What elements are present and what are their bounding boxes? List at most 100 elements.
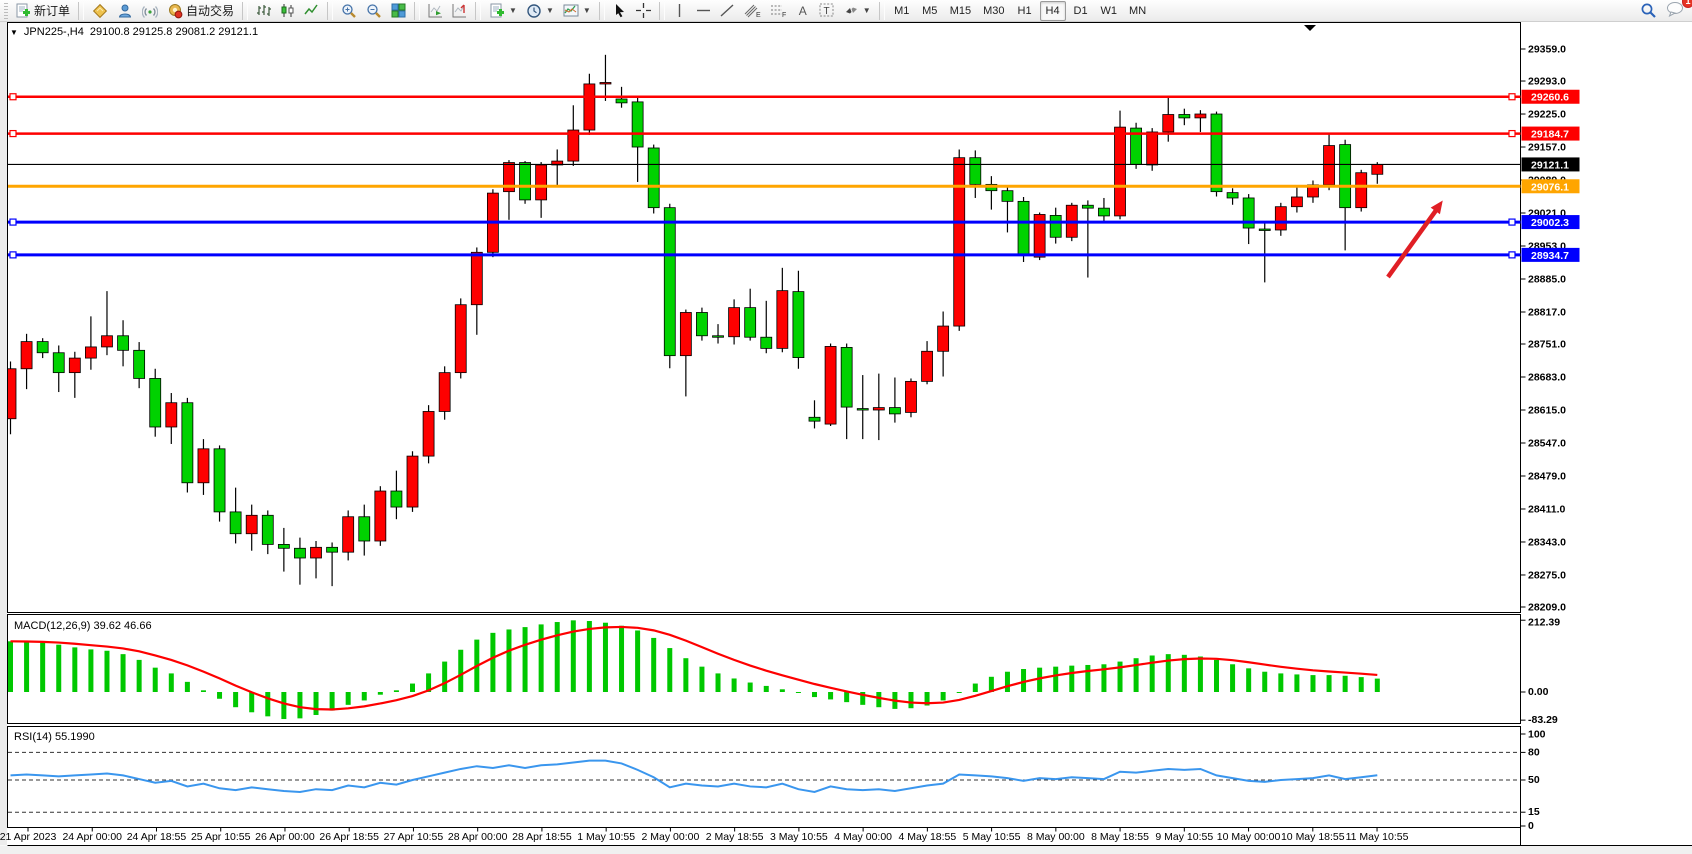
new-order-label: 新订单 xyxy=(34,2,70,19)
chart-window[interactable]: 29359.029293.029225.029157.029089.029021… xyxy=(0,22,1692,854)
macd-histogram-bar xyxy=(56,645,61,692)
candle xyxy=(1002,185,1013,232)
candle xyxy=(327,542,338,586)
channel-letter: E xyxy=(756,12,761,18)
vertical-line-icon xyxy=(673,3,686,18)
timeframe-m30[interactable]: M30 xyxy=(978,1,1009,21)
search-button[interactable] xyxy=(1636,1,1661,21)
new-order-button[interactable]: 新订单 xyxy=(11,1,74,21)
market-button[interactable] xyxy=(88,1,112,21)
macd-panel: MACD(12,26,9) 39.62 46.66212.390.00-83.2… xyxy=(8,617,1560,727)
text-label-tool[interactable]: T xyxy=(815,1,839,21)
toolbar-separator xyxy=(78,2,84,20)
timeframe-m5[interactable]: M5 xyxy=(917,1,943,21)
macd-histogram-bar xyxy=(844,692,849,702)
svg-text:28615.0: 28615.0 xyxy=(1528,405,1566,417)
candle xyxy=(37,338,48,358)
svg-text:29121.1: 29121.1 xyxy=(1531,159,1569,171)
candle xyxy=(568,105,579,166)
candle xyxy=(69,352,80,398)
time-axis[interactable]: 21 Apr 202324 Apr 00:0024 Apr 18:5525 Ap… xyxy=(0,828,1409,844)
timeframe-w1[interactable]: W1 xyxy=(1096,1,1123,21)
zoom-out-button[interactable] xyxy=(362,1,386,21)
macd-histogram-bar xyxy=(233,692,238,707)
trend-arrow-annotation[interactable] xyxy=(1388,201,1443,277)
trendline-tool[interactable] xyxy=(716,1,739,21)
svg-text:100: 100 xyxy=(1528,729,1546,741)
autotrading-button[interactable]: 自动交易 xyxy=(163,1,238,21)
collapse-triangle-icon: ▼ xyxy=(10,28,18,37)
candle xyxy=(134,342,145,388)
timeframe-m15[interactable]: M15 xyxy=(945,1,976,21)
equidistant-channel-tool[interactable]: E xyxy=(740,1,765,21)
candle xyxy=(1098,198,1109,221)
candle xyxy=(230,488,241,544)
macd-histogram-bar xyxy=(24,642,29,692)
chart-svg: 29359.029293.029225.029157.029089.029021… xyxy=(0,22,1692,854)
candle xyxy=(343,510,354,560)
vertical-line-tool[interactable] xyxy=(669,1,691,21)
timeframe-h1[interactable]: H1 xyxy=(1012,1,1038,21)
timeframe-bar: M1M5M15M30H1H4D1W1MN xyxy=(889,1,1151,21)
template-dropdown[interactable]: ▼ xyxy=(559,1,595,21)
new-chart-dropdown[interactable]: ▼ xyxy=(485,1,521,21)
horizontal-line[interactable] xyxy=(8,252,1521,258)
tile-windows-button[interactable] xyxy=(387,1,410,21)
auto-scroll-button[interactable] xyxy=(424,1,447,21)
notifications-button[interactable]: 1 xyxy=(1662,0,1688,22)
svg-text:28934.7: 28934.7 xyxy=(1531,250,1569,262)
time-axis-label: 28 Apr 18:55 xyxy=(512,831,572,843)
horizontal-line[interactable] xyxy=(8,94,1521,100)
signals-button[interactable] xyxy=(138,1,162,21)
virtual-hosting-button[interactable] xyxy=(113,1,137,21)
bar-chart-button[interactable] xyxy=(252,1,275,21)
text-tool[interactable]: A xyxy=(792,1,814,21)
chart-shift-marker[interactable] xyxy=(1304,25,1316,31)
toolbar: 新订单 自动交易 xyxy=(0,0,1692,22)
zoom-out-icon xyxy=(366,3,382,19)
macd-histogram-bar xyxy=(812,692,817,697)
candle xyxy=(407,451,418,512)
candle xyxy=(1372,162,1383,184)
candle xyxy=(375,486,386,546)
horizontal-line[interactable] xyxy=(8,219,1521,225)
macd-histogram-bar xyxy=(1262,672,1267,692)
horizontal-line-tool[interactable] xyxy=(692,1,715,21)
candlestick-chart-button[interactable] xyxy=(276,1,299,21)
macd-histogram-bar xyxy=(828,692,833,699)
time-axis-label: 2 May 18:55 xyxy=(706,831,764,843)
candle xyxy=(455,298,466,378)
macd-histogram-bar xyxy=(973,684,978,692)
timeframe-m1[interactable]: M1 xyxy=(889,1,915,21)
crosshair-button[interactable] xyxy=(632,1,655,21)
candle xyxy=(150,369,161,437)
arrows-dropdown[interactable]: ▼ xyxy=(840,1,875,21)
macd-histogram-bar xyxy=(1005,672,1010,692)
zoom-in-button[interactable] xyxy=(337,1,361,21)
trendline-icon xyxy=(720,3,735,18)
time-axis-label: 4 May 18:55 xyxy=(898,831,956,843)
candle xyxy=(118,320,129,366)
horizontal-line[interactable] xyxy=(8,131,1521,137)
current-price-label: 29121.1 xyxy=(1522,157,1580,171)
timeframe-h4[interactable]: H4 xyxy=(1040,1,1066,21)
candle xyxy=(1291,187,1302,212)
macd-histogram-bar xyxy=(458,650,463,692)
macd-histogram-bar xyxy=(1198,657,1203,692)
fibonacci-tool[interactable]: F xyxy=(766,1,791,21)
macd-histogram-bar xyxy=(153,668,158,692)
chart-shift-button[interactable] xyxy=(448,1,471,21)
period-dropdown[interactable]: ▼ xyxy=(522,1,558,21)
toolbar-separator xyxy=(659,2,665,20)
timeframe-mn[interactable]: MN xyxy=(1124,1,1151,21)
new-chart-icon xyxy=(489,3,505,19)
macd-histogram-bar xyxy=(780,689,785,692)
candle xyxy=(1227,188,1238,204)
macd-label: MACD(12,26,9) 39.62 46.66 xyxy=(14,620,152,632)
cursor-button[interactable] xyxy=(609,1,631,21)
line-chart-button[interactable] xyxy=(300,1,323,21)
timeframe-d1[interactable]: D1 xyxy=(1068,1,1094,21)
macd-histogram-bar xyxy=(330,692,335,711)
toolbar-separator xyxy=(475,2,481,20)
macd-histogram-bar xyxy=(523,627,528,692)
